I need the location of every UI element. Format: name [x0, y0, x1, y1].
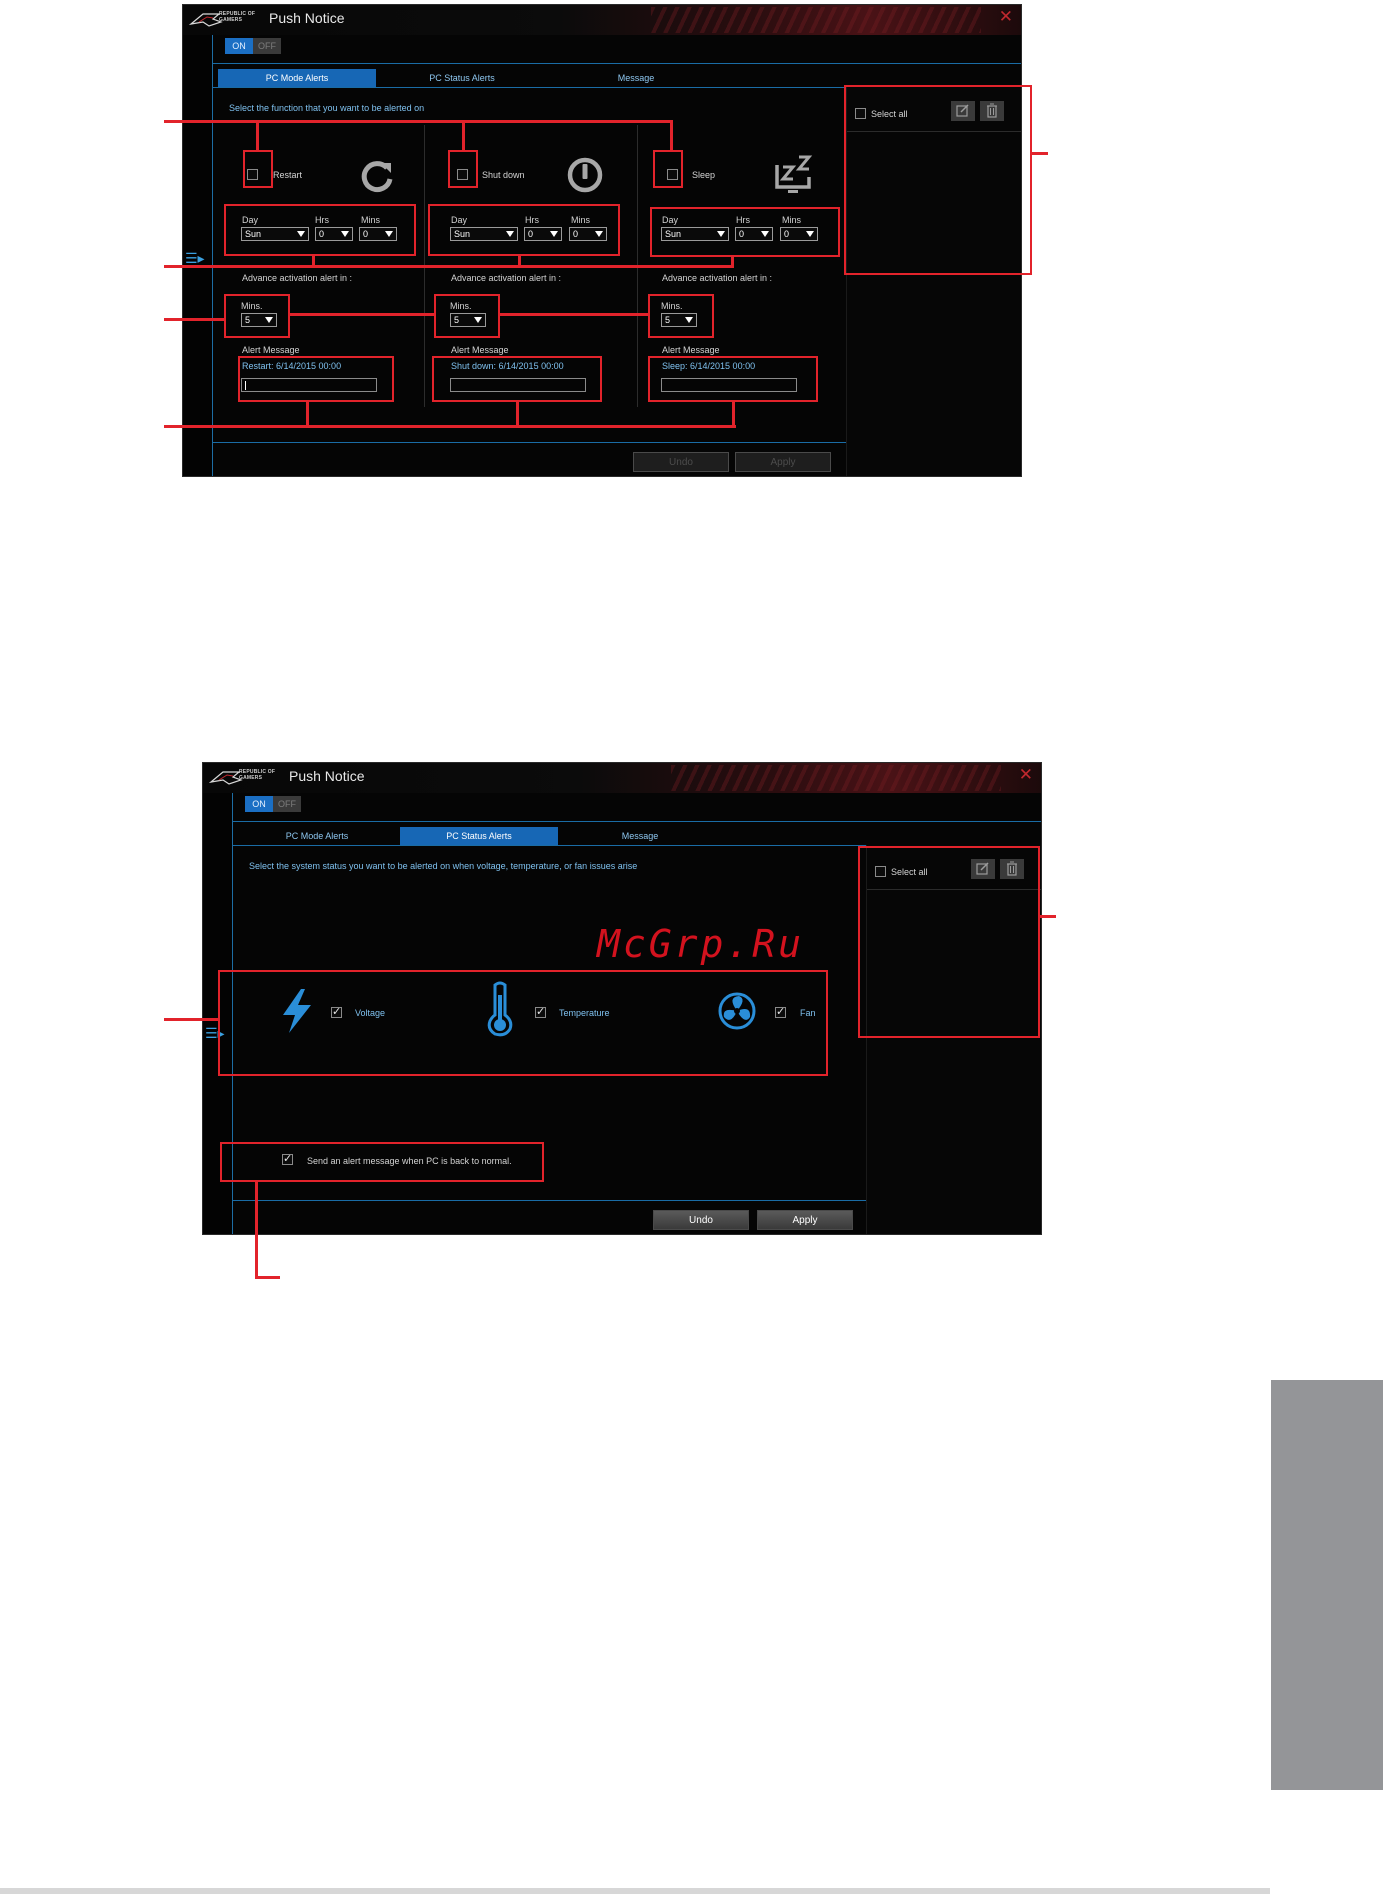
tab-message[interactable]: Message	[561, 827, 719, 845]
callout-line	[1030, 152, 1048, 155]
callout-line	[164, 425, 736, 428]
callout-box	[858, 846, 1040, 1038]
sleep-label: Sleep	[692, 170, 716, 180]
on-off-toggle[interactable]: ON OFF	[245, 796, 301, 812]
callout-line	[289, 313, 435, 316]
advance-alert-label: Advance activation alert in :	[242, 273, 353, 283]
callout-line	[516, 402, 519, 426]
toggle-off[interactable]: OFF	[253, 38, 281, 54]
callout-box	[432, 356, 602, 402]
title-bar-pattern	[651, 7, 981, 33]
callout-line	[499, 313, 649, 316]
alert-message-label: Alert Message	[242, 345, 300, 355]
instruction-text: Select the function that you want to be …	[229, 103, 425, 113]
callout-line	[164, 265, 734, 268]
power-icon	[567, 157, 603, 193]
divider	[233, 821, 1041, 822]
callout-line	[518, 256, 521, 266]
callout-box	[653, 150, 683, 188]
alert-message-label: Alert Message	[451, 345, 509, 355]
toggle-on[interactable]: ON	[245, 796, 273, 812]
watermark: McGrp.Ru	[597, 922, 805, 966]
callout-line	[1038, 915, 1056, 918]
callout-line	[255, 1182, 258, 1278]
tab-pc-mode-alerts[interactable]: PC Mode Alerts	[238, 827, 396, 845]
apply-button[interactable]: Apply	[757, 1210, 853, 1230]
divider	[233, 1200, 866, 1201]
callout-box	[448, 150, 478, 188]
callout-box	[218, 970, 828, 1076]
shutdown-label: Shut down	[482, 170, 525, 180]
callout-line	[670, 120, 673, 150]
callout-box	[220, 1142, 544, 1182]
title-bar: REPUBLIC OF GAMERS Push Notice ✕	[203, 763, 1041, 793]
logo-text: REPUBLIC OF GAMERS	[239, 769, 276, 781]
callout-line	[462, 120, 465, 150]
toggle-on[interactable]: ON	[225, 38, 253, 54]
toggle-off[interactable]: OFF	[273, 796, 301, 812]
close-icon[interactable]: ✕	[1019, 767, 1033, 784]
callout-line	[164, 120, 672, 123]
callout-box	[844, 85, 1032, 275]
tab-message[interactable]: Message	[557, 69, 715, 87]
callout-box	[224, 204, 416, 256]
callout-box	[650, 207, 840, 257]
restart-icon	[361, 161, 393, 193]
callout-line	[255, 1276, 280, 1279]
instruction-text: Select the system status you want to be …	[249, 861, 638, 871]
undo-button[interactable]: Undo	[653, 1210, 749, 1230]
callout-line	[164, 1018, 220, 1021]
chapter-side-tab	[1271, 1380, 1383, 1790]
callout-box	[428, 204, 620, 256]
title-bar-pattern	[671, 765, 1001, 791]
sleep-icon	[775, 155, 813, 193]
callout-line	[306, 402, 309, 426]
divider	[213, 442, 846, 443]
callout-line	[164, 318, 226, 321]
callout-box	[648, 356, 818, 402]
advance-alert-label: Advance activation alert in :	[662, 273, 773, 283]
left-rail: ☰▸	[183, 35, 213, 476]
tab-pc-status-alerts[interactable]: PC Status Alerts	[400, 827, 558, 845]
title-bar: REPUBLIC OF GAMERS Push Notice ✕	[183, 5, 1021, 35]
app-title: Push Notice	[269, 10, 345, 26]
tab-pc-mode-alerts[interactable]: PC Mode Alerts	[218, 69, 376, 87]
restart-label: Restart	[273, 170, 303, 180]
undo-button[interactable]: Undo	[633, 452, 729, 472]
callout-box	[648, 294, 714, 338]
apply-button[interactable]: Apply	[735, 452, 831, 472]
on-off-toggle[interactable]: ON OFF	[225, 38, 281, 54]
logo-text: REPUBLIC OF GAMERS	[219, 11, 256, 23]
tab-pc-status-alerts[interactable]: PC Status Alerts	[383, 69, 541, 87]
callout-box	[238, 356, 394, 402]
callout-box	[224, 294, 290, 338]
callout-line	[312, 256, 315, 266]
advance-alert-label: Advance activation alert in :	[451, 273, 562, 283]
callout-line	[731, 257, 734, 267]
footer-bar	[0, 1888, 1270, 1894]
callout-line	[256, 120, 259, 150]
callout-box	[243, 150, 273, 188]
close-icon[interactable]: ✕	[999, 9, 1013, 26]
alert-message-label: Alert Message	[662, 345, 720, 355]
app-title: Push Notice	[289, 768, 365, 784]
divider	[213, 63, 1021, 64]
callout-line	[732, 402, 735, 426]
callout-box	[434, 294, 500, 338]
